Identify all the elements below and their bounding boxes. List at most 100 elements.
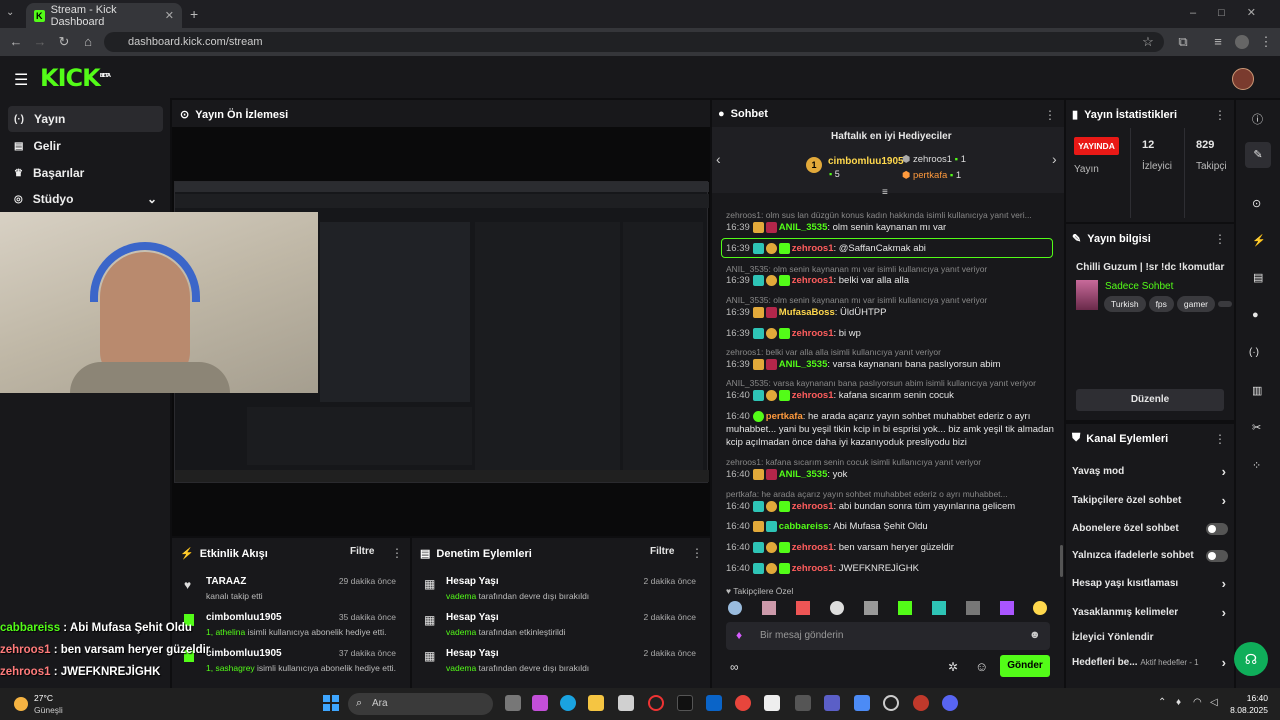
document-icon[interactable]: ▤ <box>1253 271 1263 284</box>
moderation-filter-button[interactable]: Filtre <box>650 546 674 557</box>
file-explorer-icon[interactable] <box>588 695 604 711</box>
tiktok-icon[interactable] <box>677 695 693 711</box>
chat-menu-icon[interactable]: ⋮ <box>1044 108 1056 122</box>
chrome-icon[interactable] <box>735 695 751 711</box>
browser-menu-icon[interactable]: ⋮ <box>1258 34 1274 50</box>
chat-username[interactable]: MufasaBoss <box>779 307 835 318</box>
clock-date[interactable]: 8.08.2025 <box>1224 705 1268 715</box>
layout-icon[interactable]: ▥ <box>1252 384 1262 397</box>
bookmark-star-icon[interactable]: ☆ <box>1140 34 1156 50</box>
profile-avatar[interactable] <box>1235 35 1249 49</box>
sidebar-item-yayin[interactable]: (·) Yayın <box>8 106 163 132</box>
task-view-icon[interactable] <box>505 695 521 711</box>
app-icon[interactable] <box>795 695 811 711</box>
home-icon[interactable]: ⌂ <box>80 34 96 50</box>
tab-search-icon[interactable]: ⌄ <box>6 7 14 18</box>
emoji-icon[interactable]: ☻ <box>1029 629 1041 641</box>
action-goals[interactable]: Hedefleri be... Aktif hedefler - 1 › <box>1072 655 1228 671</box>
send-button[interactable]: Gönder <box>1000 655 1050 677</box>
emote-only-toggle[interactable] <box>1206 550 1228 562</box>
edit-icon[interactable]: ✎ <box>1245 142 1271 168</box>
chevron-left-icon[interactable]: ‹ <box>716 151 721 167</box>
tag-chip[interactable] <box>1218 301 1232 307</box>
hamburger-menu-icon[interactable]: ☰ <box>14 70 28 90</box>
gear-icon[interactable]: ✲ <box>948 660 958 674</box>
extensions-icon[interactable]: ⧉ <box>1175 34 1191 50</box>
tray-chevron-icon[interactable]: ⌃ <box>1158 697 1166 708</box>
action-followers-only[interactable]: Takipçilere özel sohbet › <box>1072 493 1228 509</box>
chat-username[interactable]: zehroos1 <box>792 275 834 286</box>
broadcast-icon[interactable]: (·) <box>1249 347 1259 358</box>
channel-actions-menu-icon[interactable]: ⋮ <box>1214 432 1226 446</box>
chat-username[interactable]: pertkafa <box>766 411 803 422</box>
obs-icon[interactable] <box>883 695 899 711</box>
emote-picker-icon[interactable]: ☺ <box>975 659 988 674</box>
chat-username[interactable]: ANIL_3535 <box>779 222 828 233</box>
lightning-icon[interactable]: ⚡ <box>1252 234 1266 247</box>
address-bar[interactable]: dashboard.kick.com/stream <box>104 32 1164 52</box>
chat-username[interactable]: zehroos1 <box>792 542 834 553</box>
microphone-icon[interactable]: ♦ <box>1176 697 1181 708</box>
action-emote-only[interactable]: Yalnızca ifadelerle sohbet <box>1072 550 1228 564</box>
kick-logo[interactable]: KICKBETA <box>40 64 111 92</box>
outlook-icon[interactable] <box>706 695 722 711</box>
app-icon[interactable] <box>764 695 780 711</box>
chat-username[interactable]: zehroos1 <box>792 563 834 574</box>
sidebar-item-basarilar[interactable]: ♛ Başarılar <box>8 160 163 186</box>
subs-only-toggle[interactable] <box>1206 523 1228 535</box>
more-icon[interactable]: ⁘ <box>1252 459 1261 472</box>
teams-icon[interactable] <box>824 695 840 711</box>
chat-username[interactable]: ANIL_3535 <box>779 469 828 480</box>
tag-chip[interactable]: Turkish <box>1104 296 1146 312</box>
category-name[interactable]: Sadece Sohbet <box>1105 281 1173 292</box>
action-slow-mode[interactable]: Yavaş mod › <box>1072 464 1228 480</box>
tag-chip[interactable]: fps <box>1148 296 1174 312</box>
moderation-menu-icon[interactable]: ⋮ <box>691 546 703 560</box>
chevron-right-icon[interactable]: › <box>1052 151 1057 167</box>
new-tab-icon[interactable]: + <box>190 6 198 22</box>
action-account-age[interactable]: Hesap yaşı kısıtlaması › <box>1072 576 1228 592</box>
user-avatar[interactable] <box>1232 68 1254 90</box>
gifter-name[interactable]: pertkafa <box>913 170 947 181</box>
windows-start-icon[interactable] <box>323 695 339 711</box>
edge-icon[interactable] <box>560 695 576 711</box>
chat-scrollbar[interactable] <box>1060 545 1063 577</box>
preview-toggle-icon[interactable]: ⊙ <box>1252 197 1261 210</box>
chat-username[interactable]: zehroos1 <box>792 328 834 339</box>
discord-icon[interactable] <box>942 695 958 711</box>
gifter-name[interactable]: zehroos1 <box>913 154 952 165</box>
taskbar-search[interactable]: ⌕ Ara <box>348 693 493 715</box>
copilot-icon[interactable] <box>532 695 548 711</box>
forward-icon[interactable]: → <box>32 34 48 50</box>
emote-row[interactable] <box>728 601 1048 617</box>
action-raid[interactable]: İzleyici Yönlendir <box>1072 632 1228 646</box>
info-icon[interactable]: ⓘ <box>1252 111 1263 127</box>
chat-settings-icon[interactable]: ∞ <box>730 660 739 674</box>
chat-username[interactable]: cabbareiss <box>779 521 829 532</box>
volume-icon[interactable]: ◁ <box>1210 697 1218 708</box>
chat-bubble-icon[interactable]: ● <box>1252 309 1259 321</box>
edit-info-button[interactable]: Düzenle <box>1076 389 1224 411</box>
sidebar-item-studyo[interactable]: ◎ Stüdyo ⌄ <box>8 186 163 212</box>
tab-close-icon[interactable]: ✕ <box>165 9 174 22</box>
reload-icon[interactable]: ↻ <box>56 34 72 50</box>
browser-tab[interactable]: K Stream - Kick Dashboard ✕ <box>26 3 182 28</box>
stats-menu-icon[interactable]: ⋮ <box>1214 108 1226 122</box>
wifi-icon[interactable]: ◠ <box>1193 697 1202 708</box>
microphone-icon[interactable]: ♦ <box>736 628 742 642</box>
pinned-collapse-icon[interactable]: ≡ <box>882 187 888 198</box>
back-icon[interactable]: ← <box>8 34 24 50</box>
app-icon[interactable] <box>854 695 870 711</box>
activity-menu-icon[interactable]: ⋮ <box>391 546 403 560</box>
sidebar-item-gelir[interactable]: ▤ Gelir <box>8 133 163 159</box>
action-subs-only[interactable]: Abonelere özel sohbet <box>1072 523 1228 537</box>
activity-filter-button[interactable]: Filtre <box>350 546 374 557</box>
chat-username[interactable]: zehroos1 <box>792 501 834 512</box>
chat-input[interactable]: ♦ Bir mesaj gönderin ☻ <box>726 622 1050 650</box>
chat-username[interactable]: ANIL_3535 <box>779 359 828 370</box>
window-controls[interactable]: –□✕ <box>1190 6 1278 19</box>
tag-chip[interactable]: gamer <box>1176 296 1215 312</box>
chat-username[interactable]: zehroos1 <box>792 390 834 401</box>
info-menu-icon[interactable]: ⋮ <box>1214 232 1226 246</box>
action-banned-words[interactable]: Yasaklanmış kelimeler › <box>1072 605 1228 621</box>
